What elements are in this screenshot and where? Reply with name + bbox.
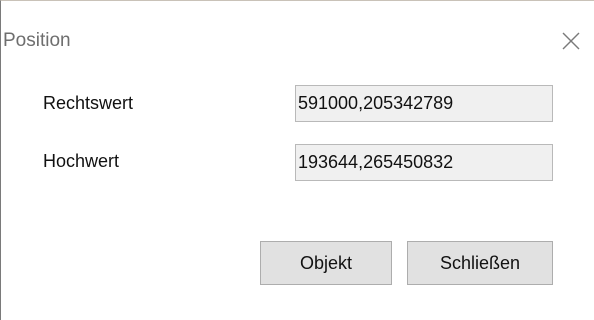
close-button[interactable] [558, 28, 584, 54]
objekt-button[interactable]: Objekt [260, 241, 392, 285]
rechtswert-label: Rechtswert [43, 93, 134, 113]
position-dialog: Position Rechtswert Hochwert Objekt Schl… [0, 0, 594, 320]
hochwert-field[interactable] [295, 144, 553, 181]
hochwert-label: Hochwert [43, 151, 120, 171]
rechtswert-field[interactable] [295, 85, 553, 122]
schliessen-button[interactable]: Schließen [407, 241, 553, 285]
close-icon [558, 28, 584, 54]
dialog-title: Position [3, 30, 71, 51]
